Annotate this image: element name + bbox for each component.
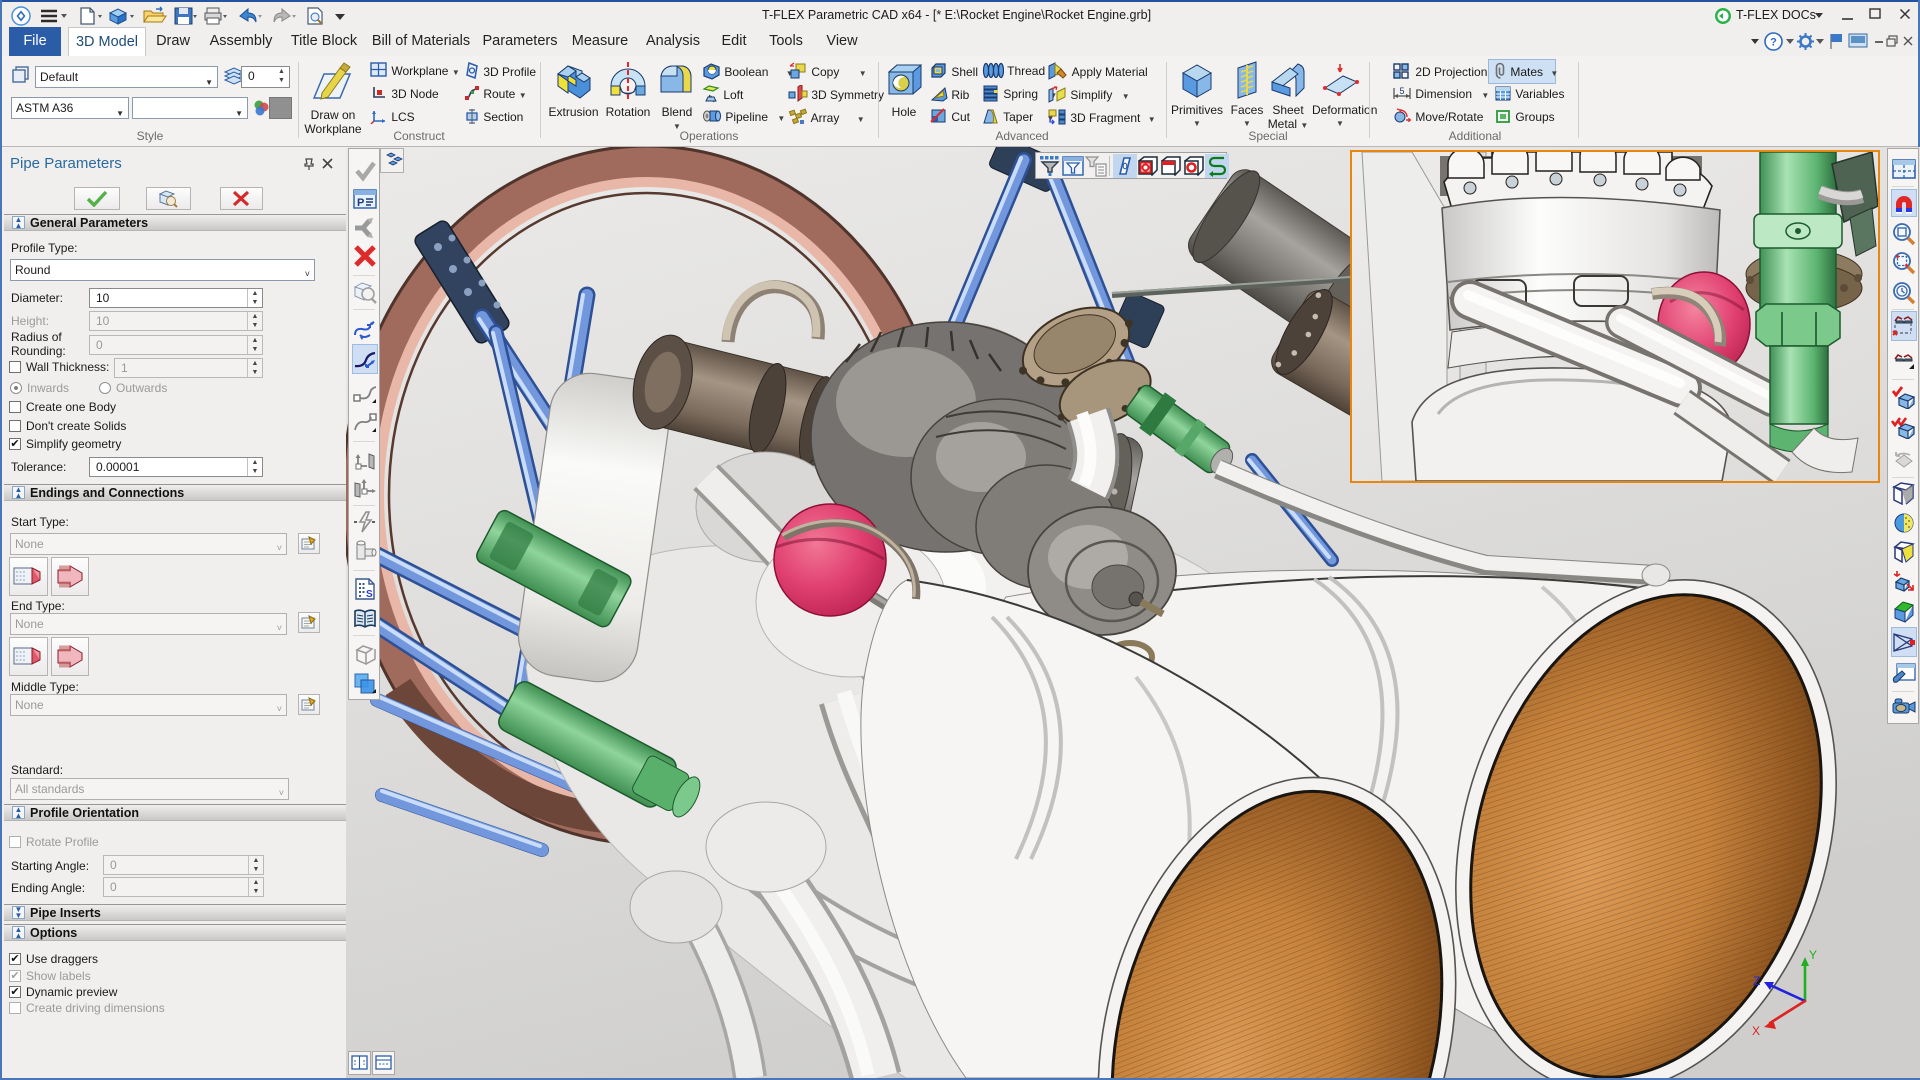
svg-text:Z: Z — [1753, 974, 1760, 988]
svg-text:X: X — [1752, 1024, 1760, 1038]
svg-text:P: P — [357, 197, 364, 209]
svg-text:Y: Y — [1809, 948, 1817, 962]
svg-text:5: 5 — [1399, 86, 1404, 96]
svg-text:S: S — [366, 589, 373, 600]
svg-text:?: ? — [1770, 37, 1777, 49]
